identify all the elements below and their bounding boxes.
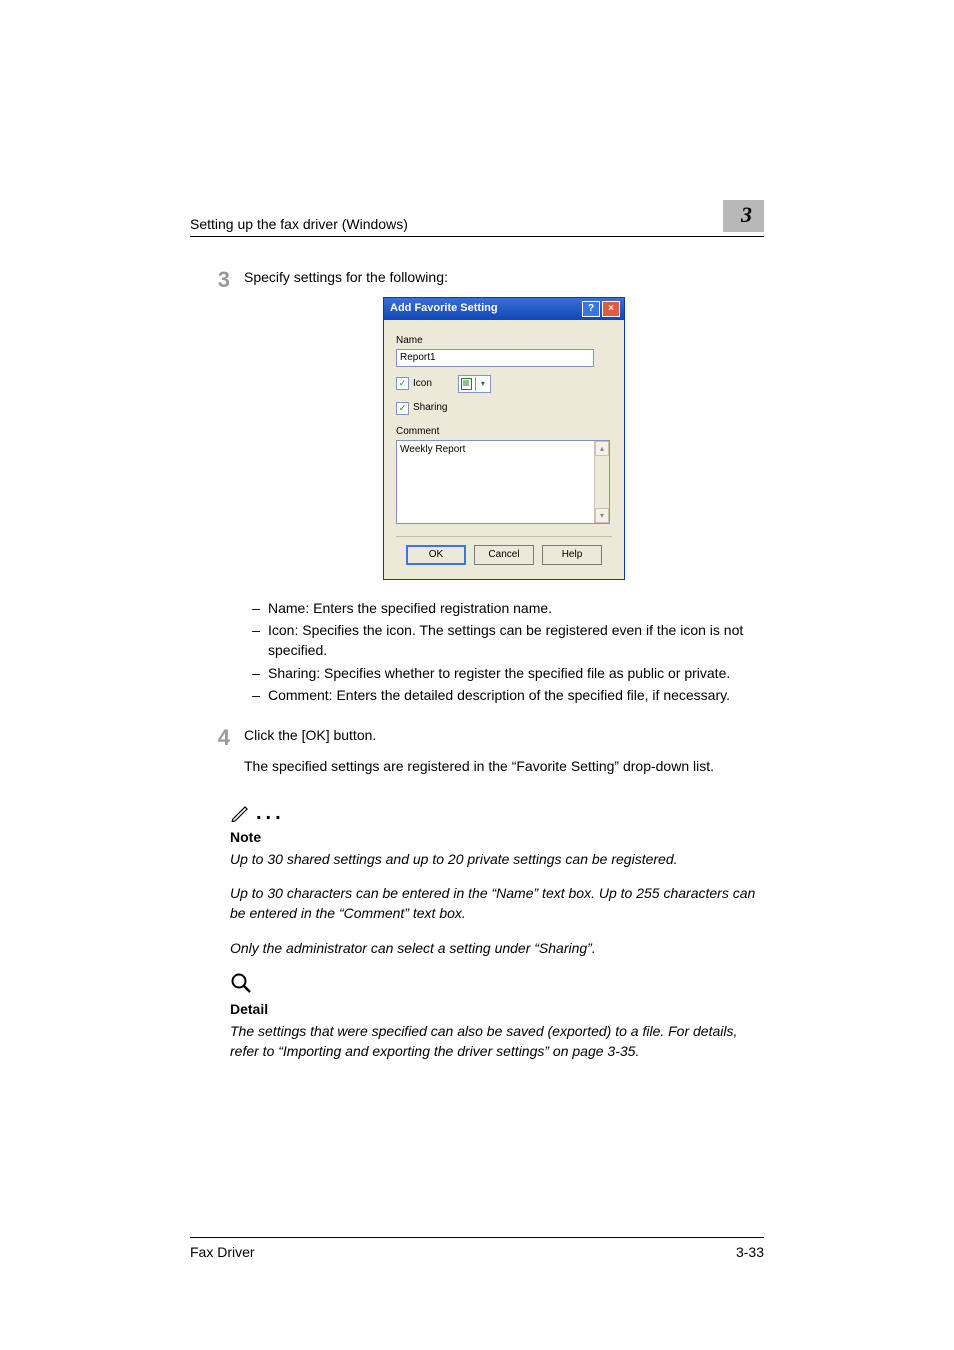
ok-button[interactable]: OK (406, 545, 466, 565)
help-button[interactable]: Help (542, 545, 602, 565)
dialog-body: Name Report1 ✓ Icon (384, 320, 624, 579)
sharing-row: ✓ Sharing (396, 401, 612, 416)
help-icon[interactable]: ? (582, 301, 600, 317)
name-label: Name (396, 334, 612, 349)
header-title: Setting up the fax driver (Windows) (190, 216, 408, 232)
note-p1: Up to 30 shared settings and up to 20 pr… (230, 849, 764, 869)
detail-text: The settings that were specified can als… (230, 1021, 764, 1062)
bullet-text: Icon: Specifies the icon. The settings c… (268, 620, 764, 661)
note-block: ... Note Up to 30 shared settings and up… (230, 802, 764, 958)
scroll-down-icon[interactable]: ▾ (595, 508, 609, 523)
chapter-badge: 3 (723, 200, 764, 232)
step-text: Click the [OK] button. (244, 725, 764, 745)
list-item: –Sharing: Specifies whether to register … (244, 663, 764, 683)
magnifier-icon (230, 972, 764, 999)
pencil-icon (230, 802, 252, 827)
sharing-checkbox[interactable]: ✓ (396, 402, 409, 415)
dialog-titlebar: Add Favorite Setting ? × (384, 298, 624, 320)
list-item: –Comment: Enters the detailed descriptio… (244, 685, 764, 705)
bullet-list: –Name: Enters the specified registration… (244, 598, 764, 705)
dialog-separator (396, 536, 612, 537)
step-number: 4 (190, 725, 244, 786)
note-p3: Only the administrator can select a sett… (230, 938, 764, 958)
comment-field[interactable]: Weekly Report ▴ ▾ (396, 440, 610, 524)
dialog-buttons: OK Cancel Help (396, 545, 612, 571)
icon-row: ✓ Icon (396, 375, 612, 393)
icon-label: Icon (413, 377, 432, 392)
bullet-text: Sharing: Specifies whether to register t… (268, 663, 730, 683)
bullet-text: Comment: Enters the detailed description… (268, 685, 730, 705)
scroll-up-icon[interactable]: ▴ (595, 441, 609, 456)
detail-block: Detail The settings that were specified … (230, 972, 764, 1062)
step-para: The specified settings are registered in… (244, 756, 764, 776)
detail-label: Detail (230, 1001, 764, 1017)
page: Setting up the fax driver (Windows) 3 3 … (0, 0, 954, 1350)
step-4: 4 Click the [OK] button. The specified s… (190, 725, 764, 786)
page-footer: Fax Driver 3-33 (190, 1237, 764, 1260)
bullet-text: Name: Enters the specified registration … (268, 598, 552, 618)
comment-label: Comment (396, 425, 612, 440)
step-body: Specify settings for the following: Add … (244, 267, 764, 715)
step-3: 3 Specify settings for the following: Ad… (190, 267, 764, 715)
name-field[interactable]: Report1 (396, 349, 594, 367)
footer-left: Fax Driver (190, 1244, 255, 1260)
footer-right: 3-33 (736, 1244, 764, 1260)
add-favorite-setting-dialog: Add Favorite Setting ? × Name Report1 (383, 297, 625, 580)
note-p2: Up to 30 characters can be entered in th… (230, 883, 764, 924)
note-text: Up to 30 shared settings and up to 20 pr… (230, 849, 764, 958)
name-value: Report1 (400, 351, 436, 366)
dialog-illustration: Add Favorite Setting ? × Name Report1 (244, 297, 764, 580)
step-body: Click the [OK] button. The specified set… (244, 725, 764, 786)
icon-checkbox[interactable]: ✓ (396, 377, 409, 390)
chevron-down-icon: ▾ (475, 377, 490, 391)
sharing-label: Sharing (413, 401, 447, 416)
page-header: Setting up the fax driver (Windows) 3 (190, 200, 764, 237)
list-item: –Icon: Specifies the icon. The settings … (244, 620, 764, 661)
list-item: –Name: Enters the specified registration… (244, 598, 764, 618)
dialog-title: Add Favorite Setting (390, 301, 498, 317)
document-icon (459, 377, 475, 391)
step-text: Specify settings for the following: (244, 267, 764, 287)
page-body: 3 Specify settings for the following: Ad… (190, 267, 764, 1062)
note-label: Note (230, 829, 764, 845)
note-icon-row: ... (230, 802, 764, 827)
scrollbar[interactable]: ▴ ▾ (594, 441, 609, 523)
step-number: 3 (190, 267, 244, 715)
comment-value: Weekly Report (397, 441, 594, 523)
ellipsis-icon: ... (256, 802, 285, 827)
cancel-button[interactable]: Cancel (474, 545, 534, 565)
icon-selector[interactable]: ▾ (458, 375, 491, 393)
close-icon[interactable]: × (602, 301, 620, 317)
